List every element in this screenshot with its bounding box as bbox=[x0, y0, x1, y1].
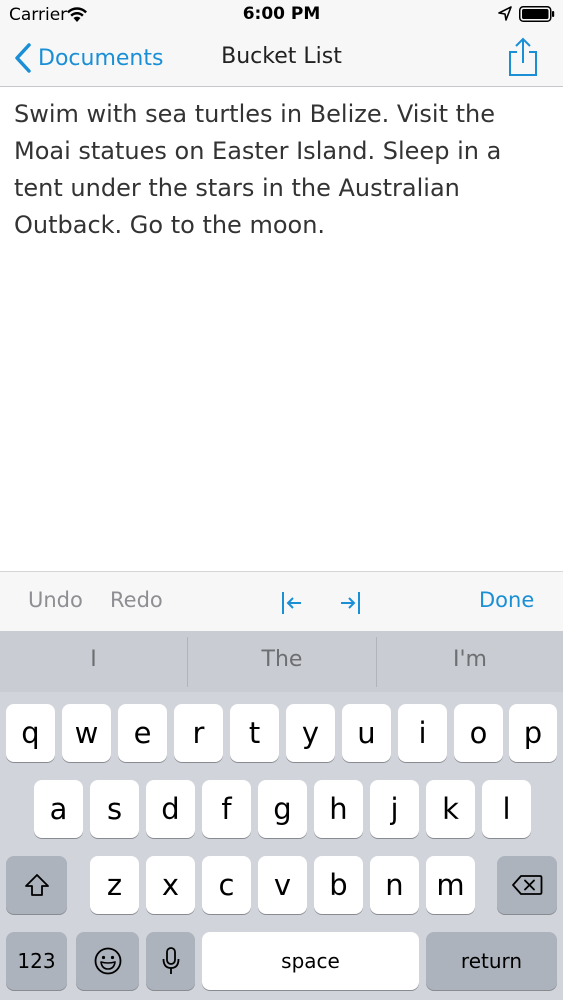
suggestion-bar: I The I'm bbox=[0, 631, 563, 692]
keyboard: I The I'm q w e r t y u i o p a s d f g … bbox=[0, 631, 563, 1000]
suggestion-2[interactable]: The bbox=[188, 631, 376, 692]
key-z[interactable]: z bbox=[90, 856, 139, 914]
microphone-icon bbox=[162, 947, 179, 974]
key-f[interactable]: f bbox=[202, 780, 251, 838]
done-button[interactable]: Done bbox=[479, 588, 534, 612]
key-h[interactable]: h bbox=[314, 780, 363, 838]
key-w[interactable]: w bbox=[62, 704, 111, 762]
document-text-area[interactable]: Swim with sea turtles in Belize. Visit t… bbox=[14, 96, 554, 244]
key-o[interactable]: o bbox=[454, 704, 503, 762]
suggestion-1[interactable]: I bbox=[0, 631, 187, 692]
key-k[interactable]: k bbox=[426, 780, 475, 838]
emoji-key[interactable] bbox=[76, 932, 139, 990]
key-q[interactable]: q bbox=[6, 704, 55, 762]
key-l[interactable]: l bbox=[482, 780, 531, 838]
page-title: Bucket List bbox=[221, 44, 342, 69]
share-icon bbox=[509, 37, 537, 76]
key-i[interactable]: i bbox=[398, 704, 447, 762]
indent-right-button[interactable] bbox=[338, 590, 362, 616]
key-v[interactable]: v bbox=[258, 856, 307, 914]
indent-right-icon bbox=[341, 592, 360, 614]
location-icon bbox=[498, 6, 512, 21]
key-b[interactable]: b bbox=[314, 856, 363, 914]
key-g[interactable]: g bbox=[258, 780, 307, 838]
share-button[interactable] bbox=[506, 36, 540, 78]
status-bar: Carrier 6:00 PM bbox=[0, 0, 563, 30]
key-u[interactable]: u bbox=[342, 704, 391, 762]
key-x[interactable]: x bbox=[146, 856, 195, 914]
key-s[interactable]: s bbox=[90, 780, 139, 838]
key-m[interactable]: m bbox=[426, 856, 475, 914]
indent-left-icon bbox=[282, 592, 301, 614]
battery-icon bbox=[519, 6, 555, 22]
navigation-bar: Documents Bucket List bbox=[0, 30, 563, 87]
key-y[interactable]: y bbox=[286, 704, 335, 762]
key-t[interactable]: t bbox=[230, 704, 279, 762]
shift-key[interactable] bbox=[6, 856, 67, 914]
numbers-key[interactable]: 123 bbox=[6, 932, 67, 990]
return-key[interactable]: return bbox=[426, 932, 557, 990]
shift-icon bbox=[24, 874, 49, 896]
emoji-icon bbox=[94, 947, 121, 975]
undo-button[interactable]: Undo bbox=[28, 588, 83, 612]
indent-left-button[interactable] bbox=[280, 590, 304, 616]
key-d[interactable]: d bbox=[146, 780, 195, 838]
key-n[interactable]: n bbox=[370, 856, 419, 914]
suggestion-3[interactable]: I'm bbox=[377, 631, 563, 692]
delete-key[interactable] bbox=[497, 856, 557, 914]
edit-toolbar: Undo Redo Done bbox=[0, 571, 563, 632]
key-e[interactable]: e bbox=[118, 704, 167, 762]
space-key[interactable]: space bbox=[202, 932, 419, 990]
status-time: 6:00 PM bbox=[242, 4, 321, 24]
key-c[interactable]: c bbox=[202, 856, 251, 914]
key-r[interactable]: r bbox=[174, 704, 223, 762]
key-a[interactable]: a bbox=[34, 780, 83, 838]
redo-button[interactable]: Redo bbox=[110, 588, 163, 612]
key-p[interactable]: p bbox=[509, 704, 557, 762]
dictation-key[interactable] bbox=[146, 932, 195, 990]
backspace-icon bbox=[512, 875, 543, 895]
key-j[interactable]: j bbox=[370, 780, 419, 838]
